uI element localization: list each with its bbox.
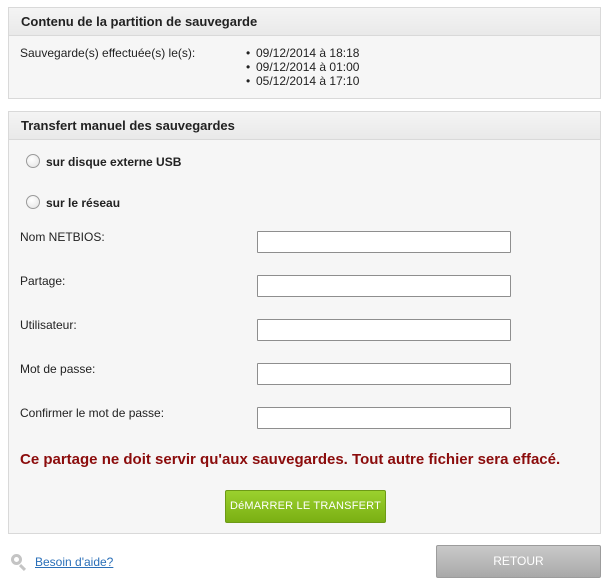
share-warning: Ce partage ne doit servir qu'aux sauvega… <box>20 451 561 468</box>
confirm-password-input[interactable] <box>257 407 511 429</box>
manual-transfer-title: Transfert manuel des sauvegardes <box>9 112 600 140</box>
backup-date-item: 09/12/2014 à 18:18 <box>246 46 359 60</box>
password-label: Mot de passe: <box>20 362 96 376</box>
backup-date-item: 05/12/2014 à 17:10 <box>246 74 359 88</box>
share-label: Partage: <box>20 274 66 288</box>
share-input[interactable] <box>257 275 511 297</box>
usb-radio-label[interactable]: sur disque externe USB <box>46 155 181 169</box>
network-radio[interactable] <box>26 195 40 209</box>
password-input[interactable] <box>257 363 511 385</box>
backup-date-item: 09/12/2014 à 01:00 <box>246 60 359 74</box>
backup-dates-label: Sauvegarde(s) effectuée(s) le(s): <box>20 46 196 60</box>
usb-radio[interactable] <box>26 154 40 168</box>
user-input[interactable] <box>257 319 511 341</box>
network-radio-label[interactable]: sur le réseau <box>46 196 120 210</box>
help-link[interactable]: Besoin d'aide? <box>35 555 113 569</box>
backup-dates-list: 09/12/2014 à 18:18 09/12/2014 à 01:00 05… <box>246 46 359 88</box>
help-area: Besoin d'aide? <box>10 553 113 572</box>
back-button[interactable]: RETOUR <box>436 545 601 578</box>
backup-contents-title: Contenu de la partition de sauvegarde <box>9 8 600 36</box>
confirm-password-label: Confirmer le mot de passe: <box>20 406 165 420</box>
backup-contents-panel: Contenu de la partition de sauvegarde Sa… <box>8 7 601 99</box>
netbios-input[interactable] <box>257 231 511 253</box>
manual-transfer-panel: Transfert manuel des sauvegardes sur dis… <box>8 111 601 534</box>
search-icon <box>10 553 27 572</box>
start-transfer-button[interactable]: DéMARRER LE TRANSFERT <box>225 490 386 523</box>
user-label: Utilisateur: <box>20 318 77 332</box>
netbios-label: Nom NETBIOS: <box>20 230 105 244</box>
